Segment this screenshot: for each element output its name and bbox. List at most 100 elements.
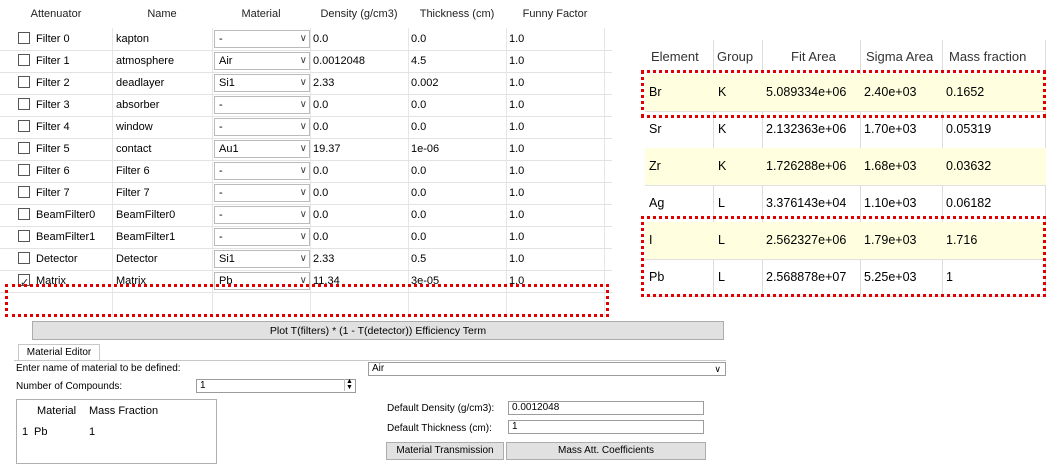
group-cell[interactable]: K xyxy=(718,148,726,185)
table-row[interactable]: Detector Detector Si1 ∨ 2.33 0.5 1.0 xyxy=(0,248,612,271)
compound-col-fraction[interactable]: Mass Fraction xyxy=(89,405,158,417)
attenuator-checkbox[interactable] xyxy=(18,186,30,198)
table-row[interactable]: Filter 0 kapton - ∨ 0.0 0.0 1.0 xyxy=(0,28,612,51)
material-transmission-button[interactable]: Material Transmission xyxy=(386,442,504,460)
attenuator-cell[interactable]: Filter 1 xyxy=(0,50,112,72)
funny-factor-cell[interactable]: 1.0 xyxy=(509,270,603,292)
element-cell[interactable]: Pb xyxy=(649,259,664,296)
col-header-density[interactable]: Density (g/cm3) xyxy=(310,0,408,28)
fit-area-cell[interactable]: 2.562327e+06 xyxy=(766,222,846,259)
density-cell[interactable]: 0.0 xyxy=(313,182,407,204)
attenuator-checkbox[interactable] xyxy=(18,208,30,220)
element-cell[interactable]: Sr xyxy=(649,111,662,148)
attenuator-cell[interactable]: BeamFilter0 xyxy=(0,204,112,226)
col-header-group[interactable]: Group xyxy=(717,40,753,74)
density-cell[interactable]: 0.0 xyxy=(313,116,407,138)
name-cell[interactable]: window xyxy=(116,116,210,138)
group-cell[interactable]: L xyxy=(718,259,725,296)
material-select[interactable]: - ∨ xyxy=(214,206,310,224)
group-cell[interactable]: L xyxy=(718,222,725,259)
funny-factor-cell[interactable]: 1.0 xyxy=(509,72,603,94)
funny-factor-cell[interactable]: 1.0 xyxy=(509,28,603,50)
name-cell[interactable]: Filter 6 xyxy=(116,160,210,182)
attenuator-checkbox[interactable] xyxy=(18,98,30,110)
funny-factor-cell[interactable]: 1.0 xyxy=(509,94,603,116)
group-cell[interactable]: K xyxy=(718,74,726,111)
mass-fraction-cell[interactable]: 1 xyxy=(946,259,953,296)
attenuator-checkbox[interactable] xyxy=(18,54,30,66)
attenuator-cell[interactable]: Matrix xyxy=(0,270,112,292)
thickness-cell[interactable]: 3e-05 xyxy=(411,270,505,292)
mass-fraction-cell[interactable]: 0.1652 xyxy=(946,74,984,111)
fit-area-cell[interactable]: 3.376143e+04 xyxy=(766,185,846,222)
sigma-area-cell[interactable]: 1.68e+03 xyxy=(864,148,916,185)
density-cell[interactable]: 0.0 xyxy=(313,94,407,116)
element-cell[interactable]: Zr xyxy=(649,148,661,185)
material-select[interactable]: Air ∨ xyxy=(214,52,310,70)
table-row[interactable]: Filter 6 Filter 6- ∨ 0.0 0.0 1.0 xyxy=(0,160,612,183)
compound-col-material[interactable]: Material xyxy=(37,405,76,417)
funny-factor-cell[interactable]: 1.0 xyxy=(509,50,603,72)
funny-factor-cell[interactable]: 1.0 xyxy=(509,182,603,204)
funny-factor-cell[interactable]: 1.0 xyxy=(509,204,603,226)
table-row[interactable]: Matrix Matrix Pb ∨ 11.343e-051.0 xyxy=(0,270,612,293)
table-row[interactable]: BeamFilter0 BeamFilter0- ∨ 0.0 0.0 1.0 xyxy=(0,204,612,227)
name-cell[interactable]: BeamFilter0 xyxy=(116,204,210,226)
table-row[interactable]: Filter 5 contact Au1 ∨ 19.37 1e-06 1.0 xyxy=(0,138,612,161)
name-cell[interactable]: BeamFilter1 xyxy=(116,226,210,248)
mass-att-coefficients-button[interactable]: Mass Att. Coefficients xyxy=(506,442,706,460)
material-select[interactable]: Si1 ∨ xyxy=(214,74,310,92)
material-select[interactable]: Au1 ∨ xyxy=(214,140,310,158)
tab-material-editor[interactable]: Material Editor xyxy=(18,344,100,361)
name-cell[interactable]: contact xyxy=(116,138,210,160)
mass-fraction-cell[interactable]: 0.03632 xyxy=(946,148,991,185)
element-cell[interactable]: I xyxy=(649,222,652,259)
group-cell[interactable]: K xyxy=(718,111,726,148)
attenuator-cell[interactable]: BeamFilter1 xyxy=(0,226,112,248)
mass-fraction-cell[interactable]: 0.05319 xyxy=(946,111,991,148)
table-row[interactable]: Ag L 3.376143e+04 1.10e+03 0.06182 xyxy=(645,185,1046,223)
attenuator-checkbox[interactable] xyxy=(18,272,30,292)
funny-factor-cell[interactable]: 1.0 xyxy=(509,138,603,160)
attenuator-checkbox[interactable] xyxy=(18,142,30,154)
density-cell[interactable]: 0.0 xyxy=(313,160,407,182)
thickness-cell[interactable]: 0.0 xyxy=(411,160,505,182)
name-cell[interactable]: kapton xyxy=(116,28,210,50)
density-cell[interactable]: 2.33 xyxy=(313,248,407,270)
mass-fraction-cell[interactable]: 1.716 xyxy=(946,222,977,259)
default-density-input[interactable]: 0.0012048 xyxy=(508,401,704,415)
material-name-combobox[interactable]: Air ∨ xyxy=(368,362,726,376)
table-row[interactable]: Filter 7 Filter 7- ∨ 0.0 0.0 1.0 xyxy=(0,182,612,205)
table-row[interactable]: 1 Pb 1 xyxy=(17,422,177,442)
element-cell[interactable]: Ag xyxy=(649,185,664,222)
compounds-spinbox[interactable]: 1 ▲ ▼ xyxy=(196,378,356,393)
material-select[interactable]: - ∨ xyxy=(214,96,310,114)
material-select[interactable]: Pb ∨ xyxy=(214,272,310,290)
table-row[interactable]: Sr K 2.132363e+06 1.70e+03 0.05319 xyxy=(645,111,1046,149)
name-cell[interactable]: Filter 7 xyxy=(116,182,210,204)
attenuator-checkbox[interactable] xyxy=(18,120,30,132)
col-header-material[interactable]: Material xyxy=(212,0,310,28)
fit-area-cell[interactable]: 1.726288e+06 xyxy=(766,148,846,185)
table-row[interactable]: Filter 3 absorber - ∨ 0.0 0.0 1.0 xyxy=(0,94,612,117)
attenuator-checkbox[interactable] xyxy=(18,252,30,264)
table-row[interactable]: Zr K 1.726288e+06 1.68e+03 0.03632 xyxy=(645,148,1046,186)
thickness-cell[interactable]: 0.0 xyxy=(411,182,505,204)
spin-arrows-icon[interactable]: ▲ ▼ xyxy=(344,378,354,391)
attenuator-checkbox[interactable] xyxy=(18,230,30,242)
material-select[interactable]: - ∨ xyxy=(214,228,310,246)
attenuator-cell[interactable]: Detector xyxy=(0,248,112,270)
name-cell[interactable]: deadlayer xyxy=(116,72,210,94)
col-header-fit-area[interactable]: Fit Area xyxy=(791,40,836,74)
table-row[interactable]: Filter 1 atmosphere Air ∨ 0.0012048 4.5 1.0 xyxy=(0,50,612,73)
thickness-cell[interactable]: 0.0 xyxy=(411,226,505,248)
sigma-area-cell[interactable]: 1.10e+03 xyxy=(864,185,916,222)
attenuator-cell[interactable]: Filter 6 xyxy=(0,160,112,182)
col-header-funny-factor[interactable]: Funny Factor xyxy=(506,0,604,28)
table-row[interactable]: Filter 2 deadlayer Si1 ∨ 2.33 0.002 1.0 xyxy=(0,72,612,95)
attenuator-checkbox[interactable] xyxy=(18,164,30,176)
attenuator-cell[interactable]: Filter 7 xyxy=(0,182,112,204)
table-row[interactable]: Pb L 2.568878e+07 5.25e+03 1 xyxy=(645,259,1046,297)
material-select[interactable]: - ∨ xyxy=(214,184,310,202)
default-thickness-input[interactable]: 1 xyxy=(508,420,704,434)
